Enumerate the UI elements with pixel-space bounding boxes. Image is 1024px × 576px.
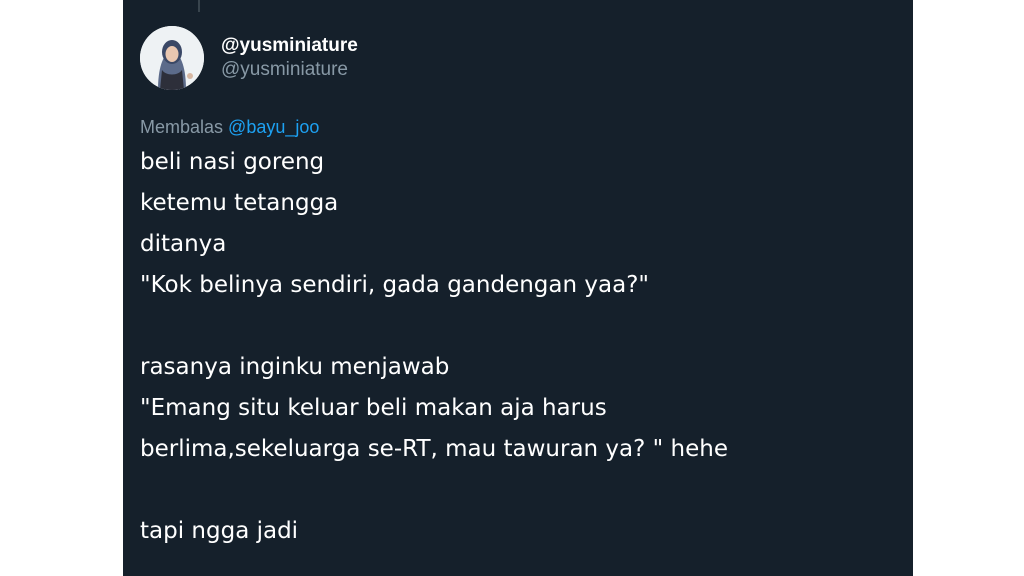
tweet-text-line: "Kok belinya sendiri, gada gandengan yaa…: [140, 272, 649, 298]
tweet-card: @yusminiature @yusminiature Membalas @ba…: [123, 0, 913, 576]
replying-to-label: Membalas: [140, 117, 224, 137]
tweet-text-line: ketemu tetangga: [140, 190, 339, 216]
reply-mention-link[interactable]: @bayu_joo: [228, 117, 319, 137]
profile-photo-avatar-icon: [140, 26, 204, 90]
tweet-text-line: tapi ngga jadi: [140, 518, 299, 544]
tweet-text-line: "Emang situ keluar beli makan aja harus: [140, 395, 607, 421]
screenshot-canvas: @yusminiature @yusminiature Membalas @ba…: [0, 0, 1024, 576]
thread-connector-line: [198, 0, 200, 12]
tweet-text: beli nasi goreng ketemu tetangga ditanya…: [140, 142, 910, 552]
tweet-text-line: ditanya: [140, 231, 227, 257]
display-name[interactable]: @yusminiature: [221, 34, 358, 58]
avatar[interactable]: [140, 26, 204, 90]
tweet-author[interactable]: @yusminiature @yusminiature: [221, 34, 358, 82]
tweet-text-line: beli nasi goreng: [140, 149, 325, 175]
tweet-text-line: berlima,sekeluarga se-RT, mau tawuran ya…: [140, 436, 729, 462]
replying-to-line: Membalas @bayu_joo: [140, 115, 319, 139]
user-handle[interactable]: @yusminiature: [221, 58, 358, 82]
tweet-text-line: rasanya inginku menjawab: [140, 354, 450, 380]
